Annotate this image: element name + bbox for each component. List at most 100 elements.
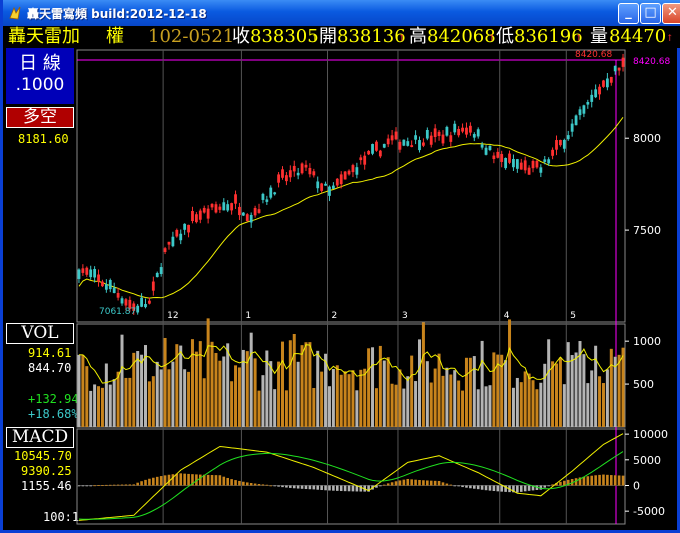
candle-body [179,233,183,241]
candle-body [206,208,210,219]
volume-bar [257,390,261,427]
macd-histogram-bar [257,483,261,486]
volume-bar [194,351,198,427]
volume-bar [558,357,562,427]
chart-area[interactable]: 12 1 2 3 4 5 750080008420.687061.878420.68 50… [3,0,680,533]
macd-histogram-bar [410,479,413,486]
volume-bar [472,356,476,427]
macd-histogram-bar [269,485,273,487]
volume-bar [378,345,382,427]
candle-body [504,158,508,169]
candle-body [171,236,175,247]
volume-bar [97,386,101,427]
x-tick-label: 12 [167,311,178,321]
volume-bar [551,361,555,427]
macd-histogram-bar [527,485,531,491]
volume-bar [586,383,590,427]
y-tick-label: 10000 [633,428,668,441]
y-tick-label: 8000 [633,132,661,145]
macd-histogram-bar [347,485,351,492]
volume-bar [363,368,367,427]
app-window: 轟天雷寫頻 build:2012-12-18 _ □ ✕ 轟天雷加 權 102-… [0,0,680,533]
macd-histogram-bar [308,485,312,490]
candle-body [238,206,241,216]
candle-body [230,203,234,211]
volume-bar [136,351,140,427]
candle-body [101,281,104,287]
volume-bar [128,377,132,427]
volume-bar [574,352,578,427]
volume-bar [140,354,144,427]
candle-body [108,280,112,290]
macd-histogram-bar [379,485,382,487]
candle-body [586,102,590,105]
macd-chart[interactable]: -5000 0 5000 10000 [77,428,668,521]
volume-bar [570,355,574,427]
candle-body [312,171,316,176]
candle-body [97,274,100,282]
volume-bar [531,380,535,427]
volume-bar [453,370,457,427]
macd-histogram-bar [148,478,151,486]
candle-body [371,144,374,154]
candle-body [582,105,586,114]
macd-histogram-bar [179,473,183,486]
volume-bar [476,389,480,427]
volume-bar [594,345,598,427]
macd-histogram-bar [445,483,449,486]
candle-body [566,135,570,140]
macd-histogram-bar [398,480,402,486]
candle-body [269,187,273,198]
candle-body [547,159,551,164]
candle-body [472,134,476,138]
volume-bar [316,350,320,427]
candle-body [594,89,598,98]
macd-histogram-bar [343,485,347,492]
macd-histogram-bar [261,484,265,486]
candle-body [85,267,89,275]
vol-panel-frame [76,323,626,428]
macd-histogram-bar [465,485,468,488]
volume-bar [347,374,351,427]
macd-histogram-bar [296,485,300,489]
candle-body [292,165,296,172]
volume-bar [464,357,468,427]
macd-histogram-bar [320,485,323,491]
volume-bar [253,358,257,427]
volume-chart[interactable]: 500 1000 [77,318,661,427]
volume-bar [547,339,551,427]
candle-body [543,159,547,162]
macd-histogram-bar [120,484,124,486]
macd-histogram-bar [210,475,214,486]
price-chart[interactable]: 7500 8000 8420.68 7061.87 8420.68 [77,50,671,317]
candle-body [163,248,167,252]
macd-histogram-bar [230,479,233,486]
volume-bar [480,340,484,427]
candle-body [441,134,445,144]
volume-bar [77,354,81,427]
macd-histogram-bar [238,480,241,486]
macd-histogram-bar [277,485,280,487]
candle-body [551,149,554,156]
candle-body [519,162,523,170]
volume-bar [269,361,273,427]
low-price-label: 7061.87 [99,307,136,317]
volume-bar [198,341,202,427]
macd-histogram-bar [81,485,85,487]
candle-body [539,167,543,173]
volume-bar [457,380,461,427]
candle-body [378,150,382,157]
macd-histogram-bar [175,473,179,486]
volume-bar [230,381,234,427]
macd-histogram-bar [461,485,464,488]
candle-body [609,76,613,83]
volume-bar [421,322,425,427]
candle-body [570,123,574,132]
candle-body [414,135,417,140]
volume-bar [234,365,238,427]
volume-bar [425,361,429,427]
candle-body [363,155,367,165]
macd-histogram-bar [105,484,108,486]
y-tick-label: 7500 [633,224,661,237]
candle-body [285,175,288,182]
